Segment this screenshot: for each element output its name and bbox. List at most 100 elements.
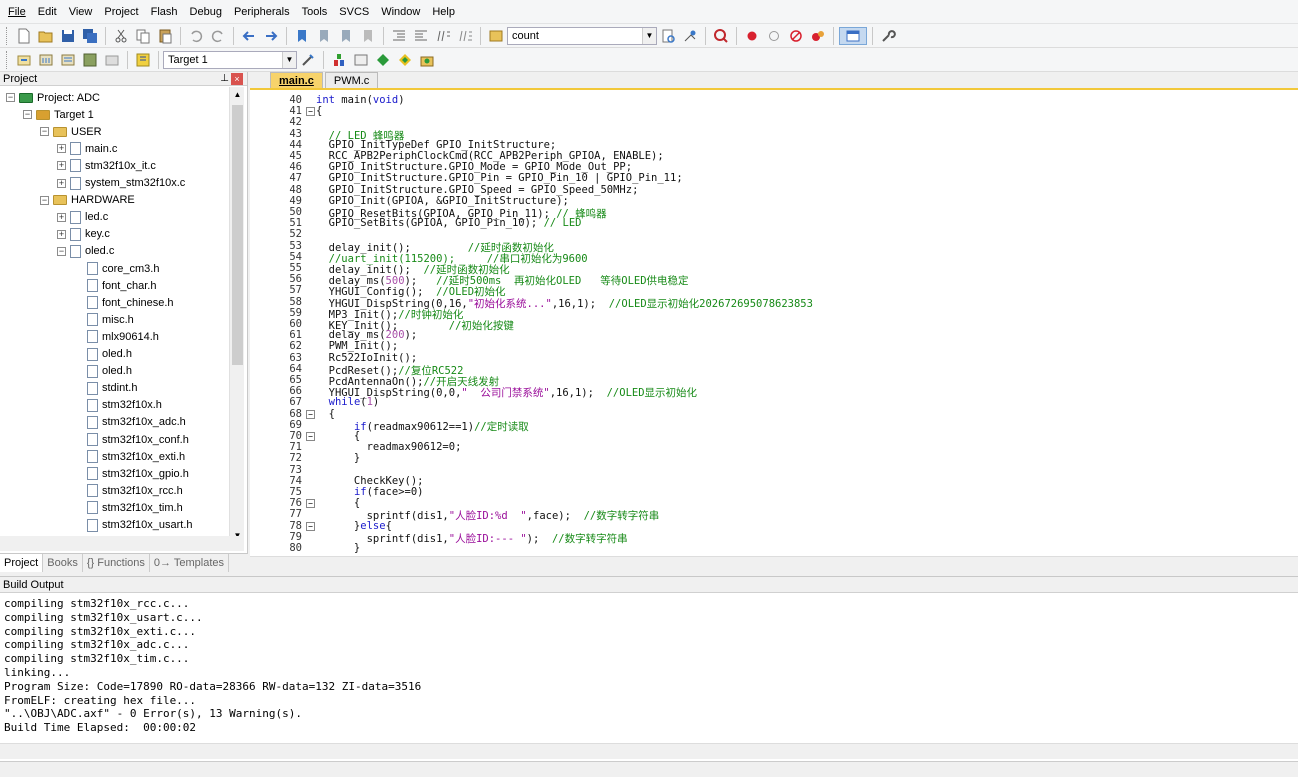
select-packs-icon[interactable] <box>351 51 371 69</box>
menu-debug[interactable]: Debug <box>184 0 228 24</box>
build-icon[interactable] <box>36 51 56 69</box>
translate-icon[interactable] <box>14 51 34 69</box>
navigate-forward-icon[interactable] <box>261 27 281 45</box>
expand-icon[interactable]: + <box>57 229 66 239</box>
expand-icon[interactable]: + <box>57 144 66 154</box>
code-line[interactable]: while(1) <box>316 396 380 408</box>
build-output-scrollbar[interactable] <box>0 743 1298 759</box>
bookmark-clear-icon[interactable] <box>358 27 378 45</box>
open-folder-icon[interactable] <box>36 27 56 45</box>
code-line[interactable]: GPIO_InitStructure.GPIO_Pin = GPIO_Pin_1… <box>316 172 683 184</box>
code-line[interactable]: PWM_Init(); <box>316 340 399 352</box>
rebuild-icon[interactable] <box>58 51 78 69</box>
tree-item[interactable]: stm32f10x_usart.h <box>74 517 193 534</box>
code-line[interactable]: readmax90612=0; <box>316 441 462 453</box>
menu-svcs[interactable]: SVCS <box>333 0 375 24</box>
undo-icon[interactable] <box>186 27 206 45</box>
find-in-files-icon[interactable] <box>486 27 506 45</box>
menu-flash[interactable]: Flash <box>145 0 184 24</box>
code-line[interactable]: { <box>316 105 322 117</box>
tree-item[interactable]: − USER <box>40 123 102 140</box>
tree-item[interactable]: stm32f10x_rcc.h <box>74 482 183 499</box>
fold-toggle-icon[interactable]: − <box>306 432 315 441</box>
tree-item[interactable]: font_char.h <box>74 277 156 294</box>
enable-breakpoint-icon[interactable] <box>764 27 784 45</box>
save-icon[interactable] <box>58 27 78 45</box>
menu-tools[interactable]: Tools <box>296 0 334 24</box>
find-combo[interactable]: count <box>507 26 643 45</box>
collapse-icon[interactable]: − <box>40 127 49 137</box>
find-combo-dropdown[interactable]: ▼ <box>642 26 657 45</box>
target-select-dropdown[interactable]: ▼ <box>282 50 297 69</box>
code-line[interactable]: sprintf(dis1,"人脸ID:--- "); //数字转字符串 <box>316 531 628 546</box>
menu-project[interactable]: Project <box>98 0 144 24</box>
code-view[interactable]: 40 int main(void) 41−{42 43 // LED 蜂鸣器 44 GP… <box>250 92 1298 556</box>
window-layout-icon[interactable] <box>839 26 867 45</box>
close-icon[interactable]: × <box>231 73 243 85</box>
tree-item[interactable]: stm32f10x.h <box>74 397 162 414</box>
paste-icon[interactable] <box>155 27 175 45</box>
tree-item[interactable]: − HARDWARE <box>40 192 135 209</box>
code-line[interactable]: Rc522IoInit(); <box>316 352 418 364</box>
configure-icon[interactable] <box>878 27 898 45</box>
collapse-icon[interactable]: − <box>40 195 49 205</box>
fold-toggle-icon[interactable]: − <box>306 107 315 117</box>
toolbar-grip[interactable] <box>6 26 9 45</box>
tree-item[interactable]: − oled.c <box>57 243 114 260</box>
menu-file[interactable]: File <box>2 0 32 24</box>
pack-installer-icon[interactable] <box>395 51 415 69</box>
code-line[interactable]: }else{ <box>316 520 392 532</box>
find-icon[interactable] <box>658 27 678 45</box>
tree-item[interactable]: − Project: ADC <box>6 89 100 106</box>
panel-tab-2[interactable]: {} Functions <box>83 554 150 572</box>
bookmark-prev-icon[interactable] <box>314 27 334 45</box>
collapse-icon[interactable]: − <box>57 246 66 256</box>
collapse-icon[interactable]: − <box>6 93 15 102</box>
redo-icon[interactable] <box>208 27 228 45</box>
copy-icon[interactable] <box>133 27 153 45</box>
manage-project-items-icon[interactable] <box>329 51 349 69</box>
stop-build-icon[interactable] <box>102 51 122 69</box>
tree-item[interactable]: misc.h <box>74 311 134 328</box>
tree-item[interactable]: core_cm3.h <box>74 260 159 277</box>
scroll-up-icon[interactable]: ▲ <box>230 87 245 102</box>
fold-toggle-icon[interactable]: − <box>306 521 315 531</box>
editor-tab[interactable]: main.c <box>270 72 323 88</box>
toolbar-grip[interactable] <box>6 50 9 69</box>
bookmark-insert-icon[interactable] <box>292 27 312 45</box>
menu-help[interactable]: Help <box>426 0 461 24</box>
save-all-icon[interactable] <box>80 27 100 45</box>
code-line[interactable]: int main(void) <box>316 94 405 106</box>
code-line[interactable]: { <box>316 430 360 442</box>
expand-icon[interactable]: + <box>57 178 66 188</box>
code-line[interactable]: } <box>316 452 360 464</box>
tree-item[interactable]: + key.c <box>57 226 110 243</box>
menu-window[interactable]: Window <box>375 0 426 24</box>
code-line[interactable]: delay_ms(200); <box>316 329 418 341</box>
code-line[interactable]: { <box>316 497 360 509</box>
target-select[interactable]: Target 1 <box>163 50 283 69</box>
tree-item[interactable]: font_chinese.h <box>74 294 174 311</box>
software-packs-icon[interactable] <box>417 51 437 69</box>
indent-icon[interactable] <box>389 27 409 45</box>
comment-icon[interactable] <box>433 27 453 45</box>
code-line[interactable]: { <box>316 408 335 420</box>
editor-horizontal-scrollbar[interactable] <box>250 556 1298 572</box>
bookmark-next-icon[interactable] <box>336 27 356 45</box>
menu-view[interactable]: View <box>63 0 99 24</box>
collapse-icon[interactable]: − <box>23 110 32 120</box>
tree-item[interactable]: stm32f10x_gpio.h <box>74 465 189 482</box>
code-line[interactable]: GPIO_InitTypeDef GPIO_InitStructure; <box>316 139 557 151</box>
code-line[interactable]: GPIO_Init(GPIOA, &GPIO_InitStructure); <box>316 195 569 207</box>
code-line[interactable]: if(face>=0) <box>316 486 424 498</box>
manage-rte-icon[interactable] <box>373 51 393 69</box>
new-file-icon[interactable] <box>14 27 34 45</box>
code-line[interactable]: CheckKey(); <box>316 475 424 487</box>
menu-peripherals[interactable]: Peripherals <box>228 0 296 24</box>
code-line[interactable]: RCC_APB2PeriphClockCmd(RCC_APB2Periph_GP… <box>316 150 664 162</box>
disable-breakpoints-icon[interactable] <box>786 27 806 45</box>
expand-icon[interactable]: + <box>57 212 66 222</box>
editor-tab[interactable]: PWM.c <box>324 72 379 88</box>
unindent-icon[interactable] <box>411 27 431 45</box>
scroll-thumb[interactable] <box>232 105 243 365</box>
